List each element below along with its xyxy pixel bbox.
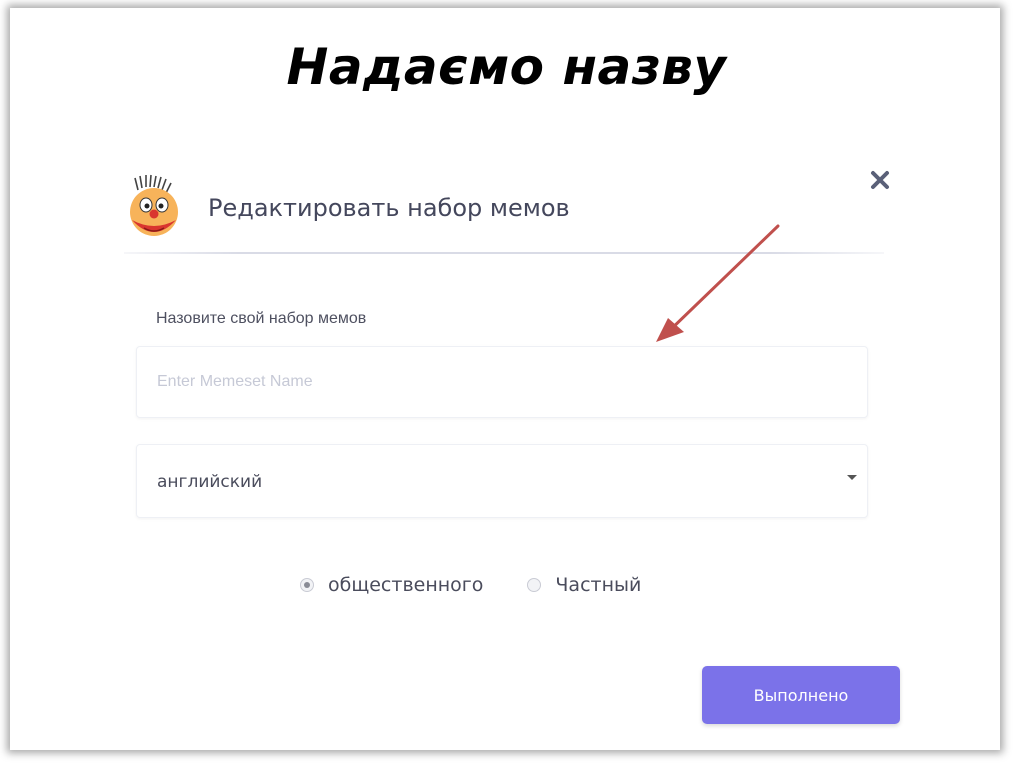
memeset-name-input[interactable] bbox=[136, 346, 868, 418]
radio-public-label: общественного bbox=[328, 574, 484, 596]
language-select[interactable]: английский bbox=[136, 444, 868, 518]
radio-public-dot[interactable] bbox=[300, 578, 314, 592]
radio-private[interactable]: Частный bbox=[527, 574, 641, 596]
dialog-title: Редактировать набор мемов bbox=[208, 194, 570, 222]
done-button[interactable]: Выполнено bbox=[702, 666, 900, 724]
memeset-name-label: Назовите свой набор мемов bbox=[156, 310, 367, 327]
annotation-arrow-icon bbox=[656, 224, 780, 342]
radio-private-label: Частный bbox=[555, 574, 642, 596]
caret-down-icon bbox=[847, 475, 857, 480]
language-select-value: английский bbox=[157, 472, 263, 492]
slide-title: Надаємо назву bbox=[286, 38, 727, 96]
radio-public[interactable]: общественного bbox=[300, 574, 483, 596]
close-icon[interactable] bbox=[864, 164, 896, 196]
radio-private-dot[interactable] bbox=[527, 578, 542, 592]
clown-face-icon bbox=[130, 174, 178, 236]
visibility-radio-group: общественного Частный bbox=[300, 570, 641, 600]
